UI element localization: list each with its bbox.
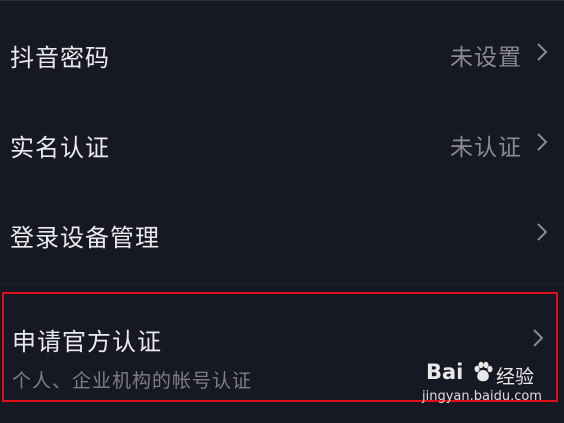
settings-row-value: 未设置 [450,45,522,71]
section-divider [0,284,564,285]
settings-row-label: 登录设备管理 [10,224,160,252]
baidu-jingyan-watermark: Bai 经验 jingyan.baidu.com [422,360,542,410]
watermark-brand-suffix: 经验 [496,366,535,388]
chevron-right-icon [534,130,550,154]
settings-row-login-devices[interactable]: 登录设备管理 [0,204,564,264]
settings-row-douyin-password[interactable]: 抖音密码 未设置 [0,24,564,84]
settings-row-value: 未认证 [450,135,522,161]
chevron-right-icon [530,326,546,350]
paw-icon [472,361,494,383]
watermark-url: jingyan.baidu.com [422,389,542,404]
chevron-right-icon [534,220,550,244]
settings-row-label: 实名认证 [10,134,110,162]
settings-row-sublabel: 个人、企业机构的帐号认证 [12,370,253,392]
top-divider [0,0,564,1]
settings-row-real-name[interactable]: 实名认证 未认证 [0,114,564,174]
chevron-right-icon [534,40,550,64]
settings-row-label: 抖音密码 [10,44,110,72]
watermark-brand: Bai [426,360,464,384]
settings-row-label: 申请官方认证 [12,328,162,356]
